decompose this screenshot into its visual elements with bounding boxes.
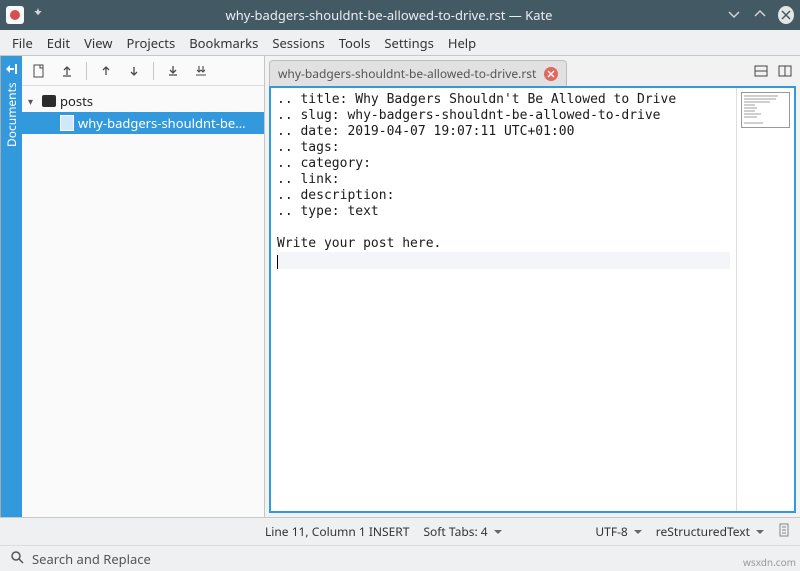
down-button[interactable] <box>121 58 147 84</box>
menu-tools[interactable]: Tools <box>339 34 371 52</box>
file-panel: ▾ posts why-badgers-shouldnt-be-... <box>22 56 265 517</box>
menu-file[interactable]: File <box>12 34 33 52</box>
minimap[interactable] <box>736 88 794 511</box>
menu-edit[interactable]: Edit <box>47 34 70 52</box>
cursor-position: Line 11, Column 1 INSERT <box>265 523 409 540</box>
toolbar-separator <box>86 62 87 80</box>
menubar: File Edit View Projects Bookmarks Sessio… <box>0 30 800 56</box>
folder-label: posts <box>60 92 93 110</box>
save-as-button[interactable] <box>188 58 214 84</box>
tab-width-selector[interactable]: Soft Tabs: 4 <box>423 523 501 540</box>
side-tab-documents[interactable]: Documents <box>0 56 22 517</box>
file-label: why-badgers-shouldnt-be-... <box>78 114 248 132</box>
tab-label: why-badgers-shouldnt-be-allowed-to-drive… <box>278 65 536 82</box>
file-icon <box>60 115 74 131</box>
filetype-selector[interactable]: reStructuredText <box>656 523 764 540</box>
side-tab-label: Documents <box>3 82 20 147</box>
search-icon <box>10 550 24 568</box>
search-label: Search and Replace <box>32 550 151 568</box>
save-button[interactable] <box>160 58 186 84</box>
split-horizontal-icon[interactable] <box>754 64 768 82</box>
file-tree: ▾ posts why-badgers-shouldnt-be-... <box>22 86 264 138</box>
up-button[interactable] <box>93 58 119 84</box>
split-vertical-icon[interactable] <box>778 64 792 82</box>
open-button[interactable] <box>54 58 80 84</box>
menu-sessions[interactable]: Sessions <box>272 34 324 52</box>
folder-icon <box>42 95 56 107</box>
document-tab[interactable]: why-badgers-shouldnt-be-allowed-to-drive… <box>269 60 567 86</box>
tab-bar: why-badgers-shouldnt-be-allowed-to-drive… <box>265 56 800 86</box>
close-icon[interactable] <box>778 6 794 24</box>
maximize-icon[interactable] <box>752 6 768 24</box>
watermark: wsxdn.com <box>743 555 796 569</box>
editor-area: why-badgers-shouldnt-be-allowed-to-drive… <box>265 56 800 517</box>
menu-projects[interactable]: Projects <box>127 34 176 52</box>
editor-text[interactable]: .. title: Why Badgers Shouldn't Be Allow… <box>271 88 736 511</box>
new-file-button[interactable] <box>26 58 52 84</box>
chevron-down-icon: ▾ <box>28 94 38 108</box>
menu-settings[interactable]: Settings <box>384 34 433 52</box>
menu-bookmarks[interactable]: Bookmarks <box>189 34 258 52</box>
tree-file-current[interactable]: why-badgers-shouldnt-be-... <box>22 112 264 134</box>
tree-folder-posts[interactable]: ▾ posts <box>22 90 264 112</box>
search-bar[interactable]: Search and Replace <box>0 545 800 571</box>
close-tab-icon[interactable] <box>544 67 558 81</box>
pin-icon[interactable] <box>32 6 44 24</box>
scroll-icon[interactable] <box>778 523 790 541</box>
titlebar: why-badgers-shouldnt-be-allowed-to-drive… <box>0 0 800 30</box>
app-icon <box>6 6 24 24</box>
encoding-selector[interactable]: UTF-8 <box>595 523 641 540</box>
window-title: why-badgers-shouldnt-be-allowed-to-drive… <box>52 6 726 24</box>
file-toolbar <box>22 56 264 86</box>
minimize-icon[interactable] <box>726 6 742 24</box>
statusbar: Line 11, Column 1 INSERT Soft Tabs: 4 UT… <box>0 517 800 545</box>
toolbar-separator <box>153 62 154 80</box>
menu-help[interactable]: Help <box>448 34 476 52</box>
upload-icon <box>5 62 19 76</box>
menu-view[interactable]: View <box>84 34 112 52</box>
editor[interactable]: .. title: Why Badgers Shouldn't Be Allow… <box>269 86 796 513</box>
